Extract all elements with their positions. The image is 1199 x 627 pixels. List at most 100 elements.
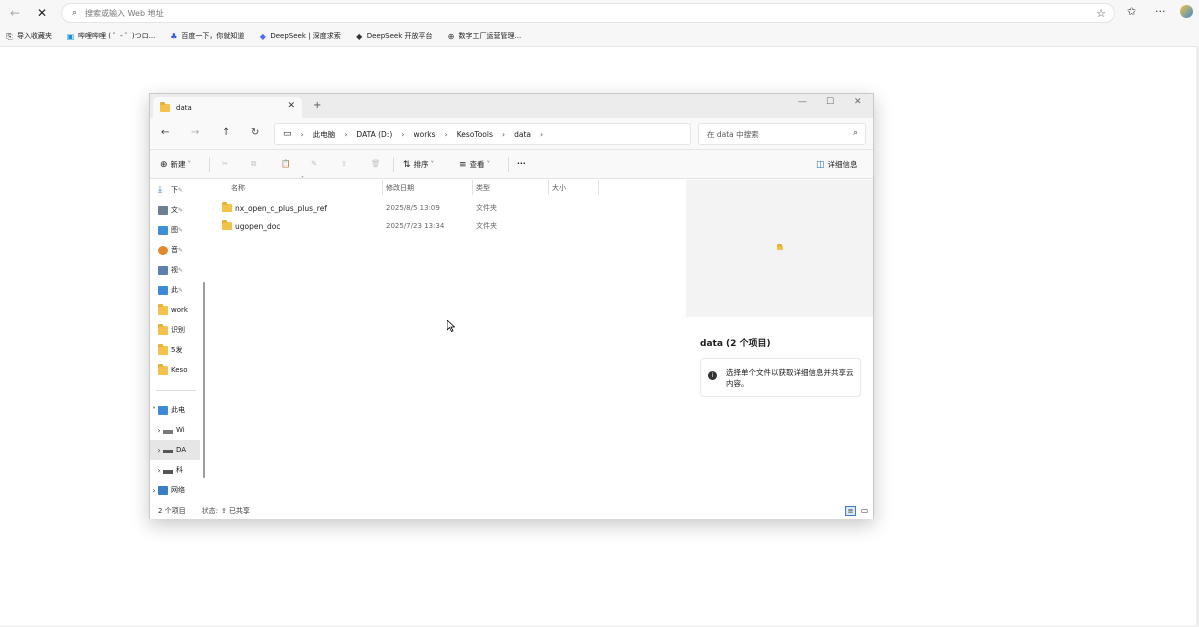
- chevron-right-icon[interactable]: ›: [155, 446, 163, 455]
- column-divider[interactable]: [382, 180, 383, 195]
- chevron-down-icon: ˅: [187, 160, 192, 169]
- nav-item-music[interactable]: 音 ✎: [150, 240, 200, 260]
- share-icon[interactable]: ⇪: [341, 159, 347, 168]
- nav-item-pictures[interactable]: 图 ✎: [150, 220, 200, 240]
- minimize-icon[interactable]: —: [798, 97, 807, 107]
- sort-icon: ⇅: [403, 159, 411, 170]
- nav-item-works[interactable]: work: [150, 300, 200, 320]
- file-row[interactable]: nx_open_c_plus_plus_ref 2025/8/5 13:09 文…: [222, 200, 522, 216]
- breadcrumb[interactable]: ▭ › 此电脑 › DATA (D:) › works › KesoTools …: [274, 123, 691, 145]
- nav-item-documents[interactable]: 文 ✎: [150, 200, 200, 220]
- import-icon: ⎘: [6, 31, 13, 41]
- nav-scrollbar[interactable]: [203, 282, 205, 478]
- status-bar: 2 个项目 状态: ⇪ 已共享 ≡ ▭: [150, 503, 873, 519]
- pin-icon: ✎: [178, 266, 184, 274]
- close-tab-icon[interactable]: ✕: [287, 101, 295, 111]
- new-tab-icon[interactable]: +: [313, 100, 321, 111]
- drive-icon: [163, 469, 173, 474]
- file-modified: 2025/8/5 13:09: [386, 204, 440, 212]
- nav-item-folder[interactable]: 5发: [150, 340, 200, 360]
- close-window-icon[interactable]: ✕: [854, 97, 862, 107]
- nav-item-network[interactable]: › 网络: [150, 480, 200, 500]
- nav-item-downloads[interactable]: ⤓ 下 ✎: [150, 180, 200, 200]
- column-header-modified[interactable]: 修改日期: [386, 180, 414, 195]
- chevron-right-icon[interactable]: ›: [150, 486, 158, 495]
- breadcrumb-item[interactable]: data: [514, 130, 531, 139]
- download-icon: ⤓: [158, 184, 162, 195]
- maximize-icon[interactable]: ☐: [826, 97, 834, 107]
- address-toolbar: ← → ↑ ↻ ▭ › 此电脑 › DATA (D:) › works › Ke…: [150, 118, 873, 150]
- nav-item-drive[interactable]: › 科: [150, 460, 200, 480]
- refresh-icon[interactable]: ↻: [251, 127, 259, 138]
- nav-item-videos[interactable]: 视 ✎: [150, 260, 200, 280]
- favorite-star-icon[interactable]: ☆: [1096, 7, 1106, 20]
- chevron-right-icon: ›: [501, 129, 506, 139]
- address-bar[interactable]: ⌕ 搜索或输入 Web 地址 ☆: [61, 3, 1115, 23]
- folder-icon: [777, 244, 783, 250]
- file-modified: 2025/7/23 13:34: [386, 222, 445, 230]
- search-placeholder: 在 data 中搜索: [707, 129, 759, 139]
- bookmark-factory[interactable]: ⊕ 数字工厂运营管理...: [447, 31, 522, 41]
- new-button[interactable]: ⊕ 新建 ˅: [160, 159, 191, 170]
- pin-icon: ✎: [178, 206, 184, 214]
- folder-icon: [158, 343, 168, 355]
- bookmark-bilibili[interactable]: ▣ 哔哩哔哩 ( ゜- ゜)つロ...: [66, 31, 156, 41]
- chevron-right-icon[interactable]: ›: [155, 426, 163, 435]
- nav-item-this-pc[interactable]: ˅ 此电: [150, 400, 200, 420]
- large-icons-view-icon[interactable]: ▭: [859, 506, 870, 516]
- column-header-type[interactable]: 类型: [476, 180, 490, 195]
- column-header-name[interactable]: 名称: [231, 180, 245, 195]
- details-info-box: i 选择单个文件以获取详细信息并共享云内容。: [700, 358, 861, 397]
- rename-icon[interactable]: ✎: [311, 159, 317, 168]
- back-icon[interactable]: ←: [161, 127, 169, 138]
- chevron-down-icon[interactable]: ˅: [150, 406, 158, 415]
- breadcrumb-item[interactable]: 此电脑: [313, 129, 336, 140]
- file-list: 名称 ˄ 修改日期 类型 大小 nx_open_c_plus_plus_ref …: [209, 176, 685, 503]
- forward-icon[interactable]: →: [191, 127, 199, 138]
- more-options-button[interactable]: ···: [517, 159, 526, 168]
- nav-item-kesotools[interactable]: Keso: [150, 360, 200, 380]
- search-input[interactable]: 在 data 中搜索 ⌕: [698, 123, 866, 145]
- column-divider[interactable]: [472, 180, 473, 195]
- folder-icon: [160, 101, 170, 112]
- search-icon: ⌕: [72, 8, 78, 18]
- chevron-right-icon[interactable]: ›: [155, 466, 163, 475]
- view-button[interactable]: ≡ 查看 ˅: [459, 159, 490, 170]
- breadcrumb-item[interactable]: DATA (D:): [356, 130, 392, 139]
- bookmark-deepseek-platform[interactable]: ◆ DeepSeek 开放平台: [355, 31, 432, 41]
- bookmark-import[interactable]: ⎘ 导入收藏夹: [5, 31, 52, 41]
- delete-icon[interactable]: 🗑: [371, 159, 381, 168]
- tab-data[interactable]: data ✕: [153, 97, 302, 118]
- breadcrumb-item[interactable]: KesoTools: [457, 130, 493, 139]
- chevron-right-icon[interactable]: ›: [540, 130, 543, 139]
- details-view-icon[interactable]: ≡: [845, 506, 856, 516]
- copy-icon[interactable]: ⧉: [251, 159, 256, 169]
- back-icon[interactable]: ←: [6, 4, 24, 22]
- up-icon[interactable]: ↑: [222, 127, 230, 138]
- column-divider[interactable]: [548, 180, 549, 195]
- file-row[interactable]: ugopen_doc 2025/7/23 13:34 文件夹: [222, 218, 522, 234]
- nav-item-folder[interactable]: 识别: [150, 320, 200, 340]
- sort-button[interactable]: ⇅ 排序 ˅: [403, 159, 434, 170]
- column-divider[interactable]: [598, 180, 599, 195]
- stop-loading-icon[interactable]: ✕: [33, 4, 51, 22]
- file-name: ugopen_doc: [235, 221, 281, 231]
- details-pane-button[interactable]: ◫ 详细信息: [816, 159, 858, 170]
- pc-icon: [158, 405, 168, 415]
- nav-item-this-pc-pinned[interactable]: 此 ✎: [150, 280, 200, 300]
- divider: [393, 157, 394, 172]
- nav-item-drive-c[interactable]: › Wi: [150, 420, 200, 440]
- folder-icon: [158, 303, 168, 315]
- profile-avatar[interactable]: [1180, 5, 1193, 18]
- breadcrumb-item[interactable]: works: [413, 130, 435, 139]
- bookmark-baidu[interactable]: ♣ 百度一下，你就知道: [169, 31, 244, 41]
- bookmark-deepseek[interactable]: ◆ DeepSeek | 深度求索: [258, 31, 341, 41]
- drive-icon: [163, 429, 173, 434]
- nav-item-drive-d[interactable]: › DA: [150, 440, 200, 460]
- column-header-size[interactable]: 大小: [552, 180, 566, 195]
- paste-icon[interactable]: 📋: [281, 159, 290, 168]
- more-menu-icon[interactable]: ···: [1155, 5, 1166, 18]
- favorites-icon[interactable]: ✩: [1127, 5, 1136, 18]
- cut-icon[interactable]: ✂: [222, 159, 228, 168]
- info-icon: i: [708, 371, 717, 380]
